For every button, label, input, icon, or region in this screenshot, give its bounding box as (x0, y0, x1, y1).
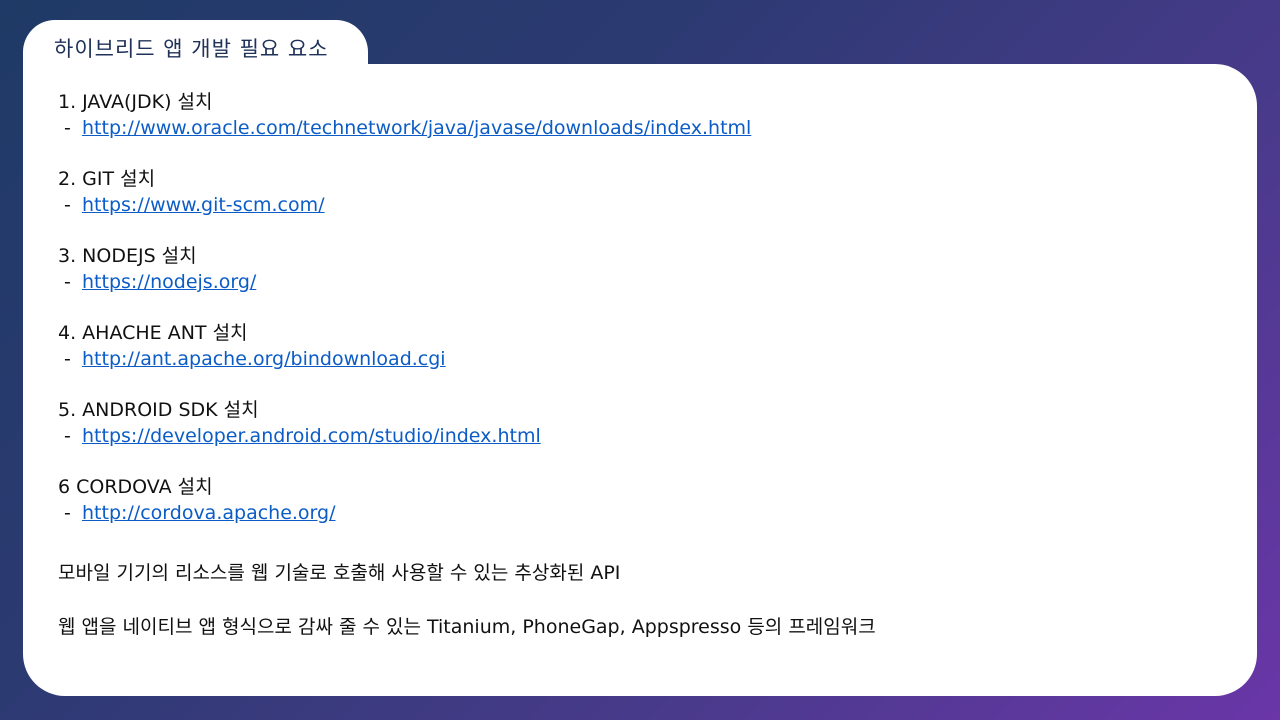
step-heading: 2. GIT 설치 (58, 168, 156, 190)
java-download-link[interactable]: http://www.oracle.com/technetwork/java/j… (82, 117, 751, 139)
step-link-line: - https://nodejs.org/ (58, 269, 1238, 295)
step-git: 2. GIT 설치 - https://www.git-scm.com/ (58, 166, 1238, 218)
step-heading: 5. ANDROID SDK 설치 (58, 399, 259, 421)
dash-bullet: - (64, 425, 71, 447)
content-body: 1. JAVA(JDK) 설치 - http://www.oracle.com/t… (58, 89, 1238, 640)
nodejs-download-link[interactable]: https://nodejs.org/ (82, 271, 256, 293)
step-heading: 6 CORDOVA 설치 (58, 476, 213, 498)
dash-bullet: - (64, 348, 71, 370)
dash-bullet: - (64, 271, 71, 293)
step-java: 1. JAVA(JDK) 설치 - http://www.oracle.com/t… (58, 89, 1238, 141)
dash-bullet: - (64, 117, 71, 139)
cordova-download-link[interactable]: http://cordova.apache.org/ (82, 502, 336, 524)
git-download-link[interactable]: https://www.git-scm.com/ (82, 194, 325, 216)
step-heading: 3. NODEJS 설치 (58, 245, 197, 267)
step-ant: 4. AHACHE ANT 설치 - http://ant.apache.org/… (58, 320, 1238, 372)
android-sdk-download-link[interactable]: https://developer.android.com/studio/ind… (82, 425, 541, 447)
dash-bullet: - (64, 502, 71, 524)
step-link-line: - http://www.oracle.com/technetwork/java/… (58, 115, 1238, 141)
step-link-line: - http://cordova.apache.org/ (58, 500, 1238, 526)
step-nodejs: 3. NODEJS 설치 - https://nodejs.org/ (58, 243, 1238, 295)
note-frameworks: 웹 앱을 네이티브 앱 형식으로 감싸 줄 수 있는 Titanium, Pho… (58, 616, 876, 638)
slide: { "title": "하이브리드 앱 개발 필요 요소", "steps": … (0, 0, 1280, 720)
note-abstracted-api: 모바일 기기의 리소스를 웹 기술로 호출해 사용할 수 있는 추상화된 API (58, 562, 621, 584)
step-link-line: - http://ant.apache.org/bindownload.cgi (58, 346, 1238, 372)
step-link-line: - https://developer.android.com/studio/in… (58, 423, 1238, 449)
step-cordova: 6 CORDOVA 설치 - http://cordova.apache.org/ (58, 474, 1238, 526)
dash-bullet: - (64, 194, 71, 216)
step-link-line: - https://www.git-scm.com/ (58, 192, 1238, 218)
step-heading: 4. AHACHE ANT 설치 (58, 322, 248, 344)
step-android-sdk: 5. ANDROID SDK 설치 - https://developer.and… (58, 397, 1238, 449)
ant-download-link[interactable]: http://ant.apache.org/bindownload.cgi (82, 348, 446, 370)
step-heading: 1. JAVA(JDK) 설치 (58, 91, 213, 113)
slide-title: 하이브리드 앱 개발 필요 요소 (54, 37, 329, 61)
